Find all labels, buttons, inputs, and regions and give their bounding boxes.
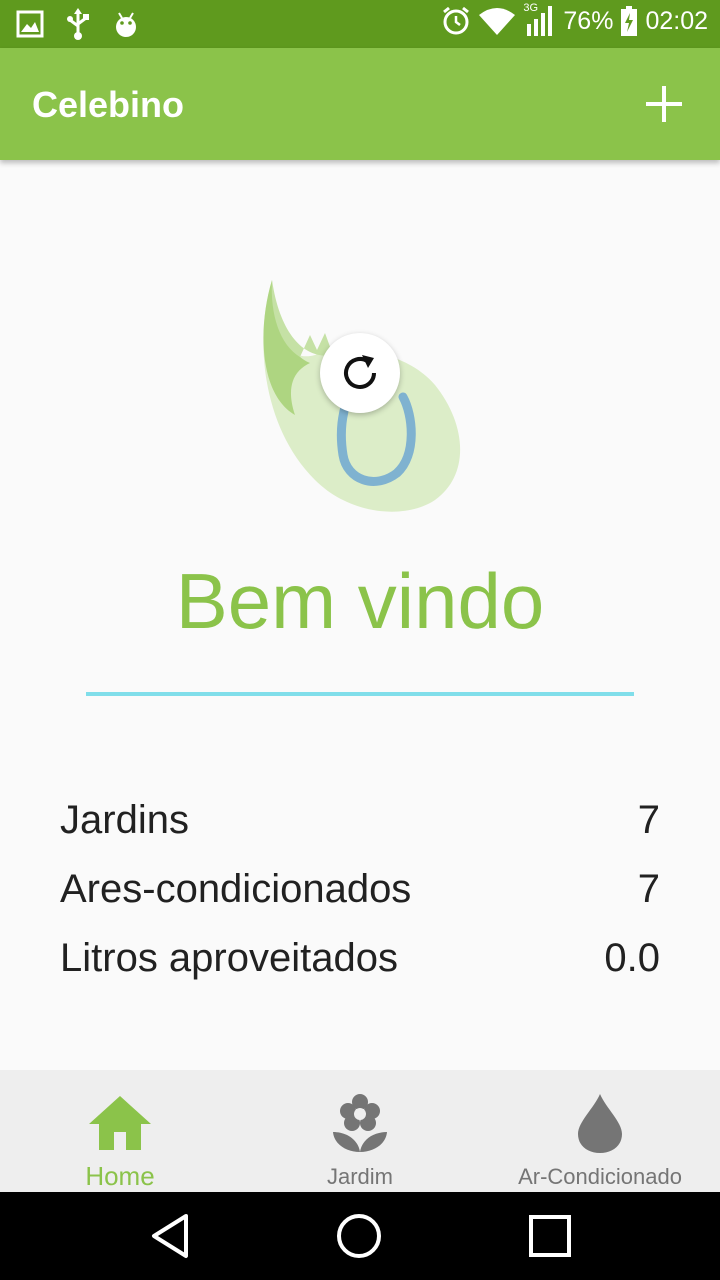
nav-label: Jardim [326,1164,393,1189]
stat-label: Ares-condicionados [60,867,412,911]
android-debug-icon [116,12,136,37]
welcome-heading: Bem vindo [175,557,545,645]
stat-value: 0.0 [604,936,660,980]
stat-row-jardins: Jardins 7 [60,786,660,855]
stat-label: Litros aproveitados [60,936,398,980]
flower-icon [333,1094,387,1152]
battery-charging-icon [621,6,638,36]
usb-icon [67,8,89,40]
system-navigation-bar [0,1192,720,1280]
app-bar: Celebino [0,48,720,160]
alarm-icon [443,6,470,35]
water-drop-icon [578,1094,622,1153]
nav-label: Ar-Condicionado [518,1164,682,1189]
recents-icon[interactable] [526,1212,574,1260]
image-notification-icon [16,10,44,38]
bottom-navigation: Home Jardim Ar-Condicionado [0,1070,720,1192]
stats-list: Jardins 7 Ares-condicionados 7 Litros ap… [60,786,660,993]
nav-jardim[interactable]: Jardim [240,1070,480,1192]
home-icon [89,1095,151,1150]
plus-icon[interactable] [644,84,684,124]
refresh-icon [344,355,376,389]
stat-label: Jardins [60,798,189,842]
divider [86,692,634,696]
battery-percent: 76% [563,6,614,35]
refresh-button[interactable] [320,333,400,413]
home-circle-icon[interactable] [335,1212,383,1260]
status-bar: 3G 76% 02:02 [0,0,720,48]
wifi-icon [479,8,516,35]
stat-row-litros: Litros aproveitados 0.0 [60,924,660,993]
stat-row-ares-condicionados: Ares-condicionados 7 [60,855,660,924]
cell-signal: 3G [523,2,555,36]
nav-home[interactable]: Home [0,1070,240,1192]
signal-icon [527,6,553,36]
nav-label: Home [85,1161,155,1191]
back-icon[interactable] [146,1212,194,1260]
stat-value: 7 [637,867,660,911]
app-title: Celebino [32,84,185,125]
nav-ar-condicionado[interactable]: Ar-Condicionado [480,1070,720,1192]
stat-value: 7 [637,798,660,842]
clock: 02:02 [645,6,708,35]
